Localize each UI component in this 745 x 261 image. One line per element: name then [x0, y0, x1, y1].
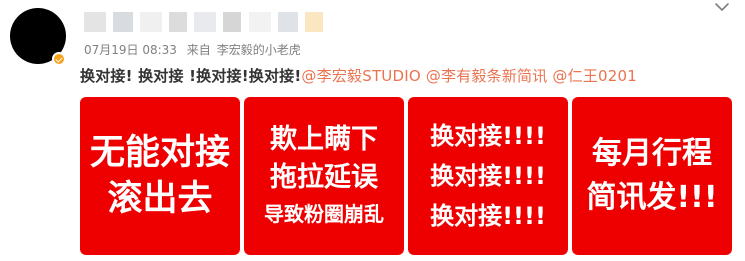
mention-link[interactable]: @仁王0201: [552, 67, 637, 85]
image-card[interactable]: 欺上瞒下 拖拉延误 导致粉圈崩乱: [244, 97, 404, 255]
mention-link[interactable]: @李有毅条新简讯: [426, 67, 548, 85]
card-text-line: 拖拉延误: [270, 162, 378, 193]
verified-badge-icon: [52, 52, 66, 66]
post-text: 换对接! 换对接 !换对接!换对接!@李宏毅STUDIO @李有毅条新简讯 @仁…: [80, 65, 637, 86]
card-text-line: 滚出去: [107, 179, 213, 219]
image-card[interactable]: 每月行程 简讯发!!!: [572, 97, 732, 255]
source-prefix: 来自: [186, 43, 211, 57]
card-text-line: 简讯发!!!: [586, 180, 718, 215]
image-card[interactable]: 换对接!!!! 换对接!!!! 换对接!!!!: [408, 97, 568, 255]
card-text-line: 换对接!!!!: [430, 162, 546, 190]
source-link[interactable]: 李宏毅的小老虎: [217, 43, 301, 57]
post-text-segment: 换对接! 换对接 !换对接!换对接!: [80, 67, 302, 85]
chevron-down-icon[interactable]: [713, 0, 731, 14]
card-text-line: 欺上瞒下: [270, 124, 378, 155]
mention-link[interactable]: @李宏毅STUDIO: [301, 67, 420, 85]
card-text-line: 导致粉圈崩乱: [264, 202, 384, 226]
avatar-container[interactable]: [8, 8, 68, 68]
card-text-line: 无能对接: [89, 133, 230, 173]
card-text-line: 每月行程: [592, 136, 712, 171]
post-meta: 07月19日 08:33 来自 李宏毅的小老虎: [84, 41, 301, 58]
post-timestamp[interactable]: 07月19日 08:33: [84, 43, 177, 57]
username-blurred[interactable]: [84, 12, 325, 34]
card-text-line: 换对接!!!!: [430, 122, 546, 150]
image-card[interactable]: 无能对接 滚出去: [80, 97, 240, 255]
card-text-line: 换对接!!!!: [430, 202, 546, 230]
